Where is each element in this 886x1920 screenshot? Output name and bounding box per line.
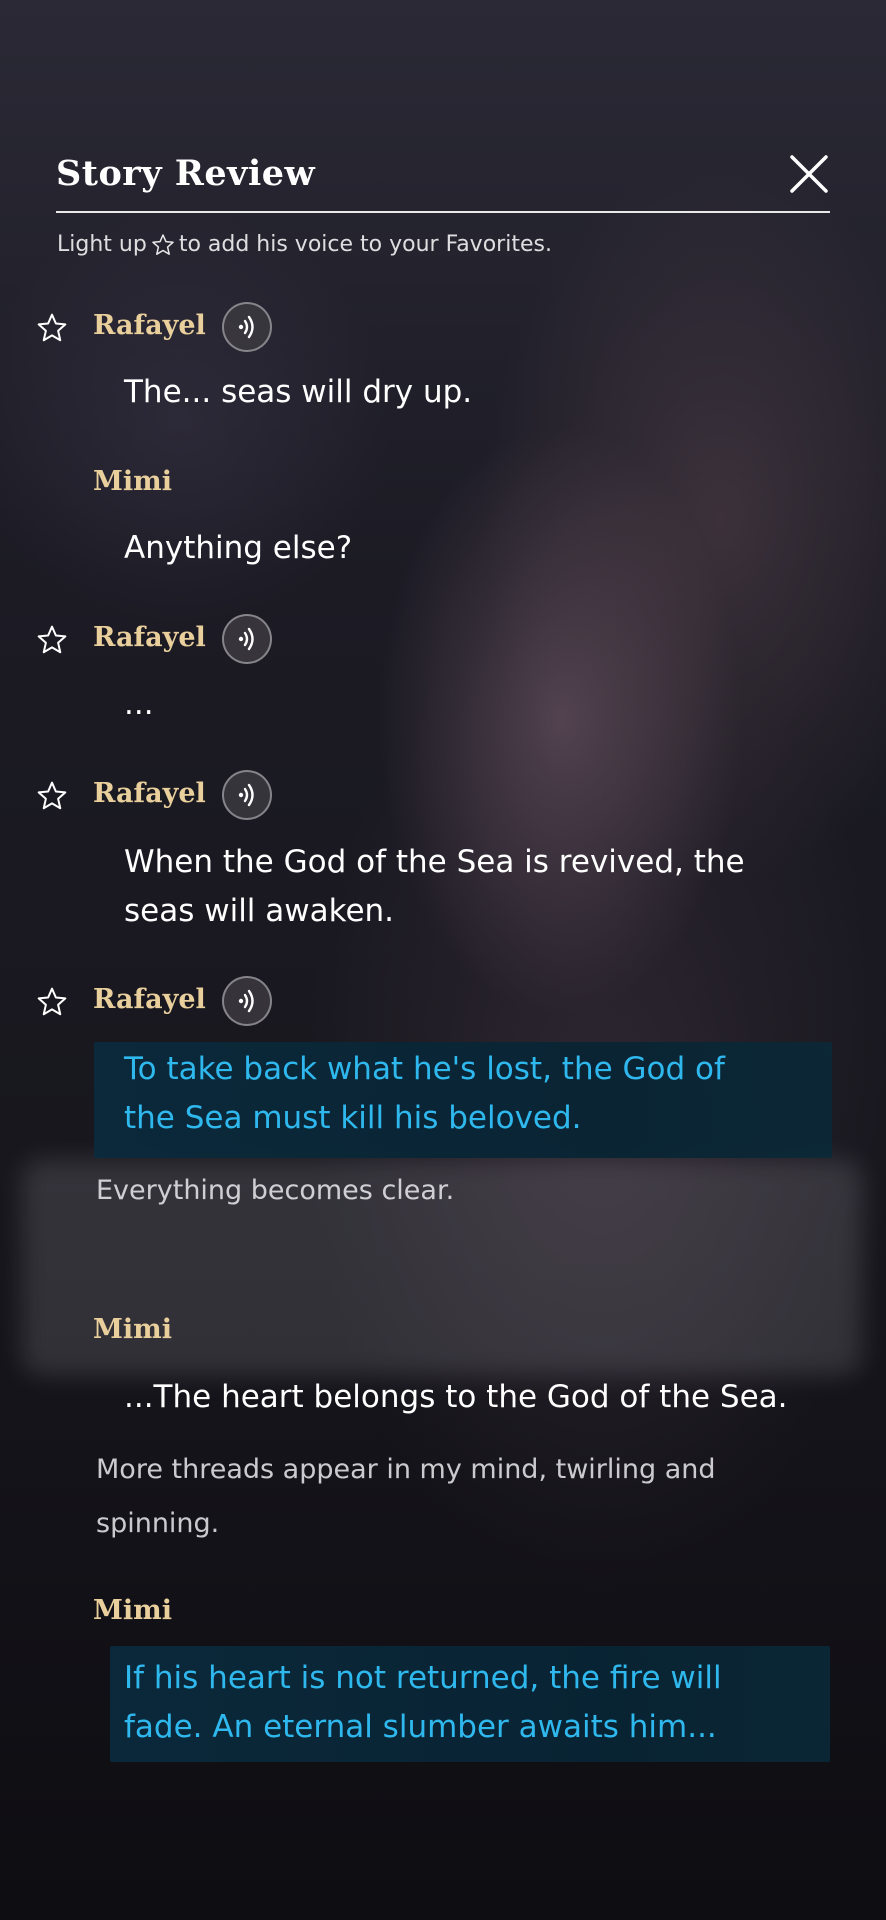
voice-icon xyxy=(238,783,254,807)
voice-icon xyxy=(238,315,254,339)
dialogue-speaker-row: Rafayel xyxy=(0,614,886,666)
speaker-name: Mimi xyxy=(93,1595,172,1626)
play-voice-button[interactable] xyxy=(222,302,272,352)
speaker-name: Rafayel xyxy=(93,984,206,1015)
speaker-name: Rafayel xyxy=(93,778,206,809)
dialogue-line: The... seas will dry up. xyxy=(124,374,473,410)
star-outline-icon xyxy=(37,625,67,654)
hint-text-start: Light up xyxy=(57,232,147,257)
star-outline-icon xyxy=(37,781,67,810)
play-voice-button[interactable] xyxy=(222,614,272,664)
story-review-panel: Story Review Light up to add his voice t… xyxy=(0,0,886,1920)
dialogue-speaker-row: Rafayel xyxy=(0,976,886,1028)
dialogue-speaker-row: Mimi xyxy=(0,1306,886,1358)
favorite-star-button[interactable] xyxy=(36,986,68,1018)
speaker-name: Mimi xyxy=(93,466,172,497)
speaker-name: Rafayel xyxy=(93,622,206,653)
favorite-star-button[interactable] xyxy=(36,780,68,812)
dialogue-speaker-row: Mimi xyxy=(0,458,886,510)
voice-icon xyxy=(238,989,254,1013)
speaker-name: Rafayel xyxy=(93,310,206,341)
dialogue-speaker-row: Rafayel xyxy=(0,302,886,354)
star-outline-icon xyxy=(152,233,174,255)
speaker-name: Mimi xyxy=(93,1314,172,1345)
dialogue-speaker-row: Rafayel xyxy=(0,770,886,822)
highlighted-dialogue-line: To take back what he's lost, the God of … xyxy=(124,1051,725,1136)
page-title: Story Review xyxy=(56,153,316,194)
favorites-hint: Light up to add his voice to your Favori… xyxy=(57,232,552,257)
dialogue-line: Anything else? xyxy=(124,530,353,566)
dialogue-line: When the God of the Sea is revived, the … xyxy=(124,844,745,929)
narration-text: More threads appear in my mind, twirling… xyxy=(96,1454,716,1539)
close-button[interactable] xyxy=(788,153,830,195)
dialogue-line: ...The heart belongs to the God of the S… xyxy=(124,1379,788,1415)
favorite-star-button[interactable] xyxy=(36,312,68,344)
hint-text-end: to add his voice to your Favorites. xyxy=(178,232,552,257)
star-outline-icon xyxy=(37,987,67,1016)
favorite-star-button[interactable] xyxy=(36,624,68,656)
narration-text: Everything becomes clear. xyxy=(96,1175,455,1206)
dialogue-line: ... xyxy=(124,686,154,722)
play-voice-button[interactable] xyxy=(222,770,272,820)
play-voice-button[interactable] xyxy=(222,976,272,1026)
star-outline-icon xyxy=(37,313,67,342)
close-icon xyxy=(790,155,828,193)
highlighted-dialogue-line: If his heart is not returned, the fire w… xyxy=(124,1660,722,1745)
story-review-header: Story Review xyxy=(56,145,830,213)
voice-icon xyxy=(238,627,254,651)
dialogue-speaker-row: Mimi xyxy=(0,1587,886,1639)
